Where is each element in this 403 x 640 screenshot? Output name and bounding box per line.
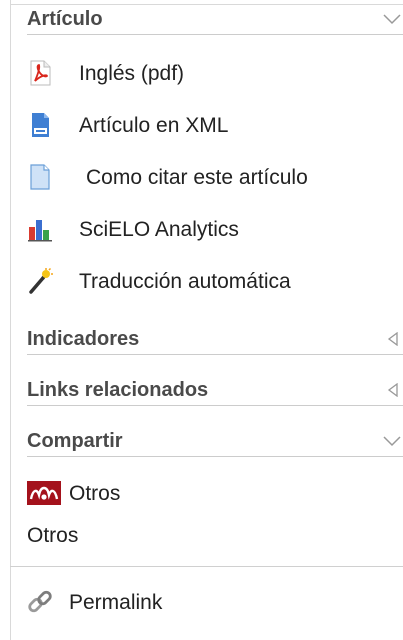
left-border [10, 0, 11, 640]
section-header-indicadores[interactable]: Indicadores [27, 324, 403, 355]
bar-chart-icon [28, 220, 52, 242]
permalink-label: Permalink [69, 591, 163, 614]
share-link-mendeley-label: Otros [69, 482, 121, 505]
chevron-left-icon[interactable] [383, 383, 401, 397]
chevron-down-icon[interactable] [383, 434, 401, 448]
section-header-articulo[interactable]: Artículo [27, 4, 403, 35]
section-title-articulo: Artículo [27, 8, 103, 30]
divider [10, 566, 403, 567]
magic-wand-icon [29, 268, 53, 294]
article-link-pdf-label: Inglés (pdf) [79, 62, 185, 85]
chevron-left-icon[interactable] [383, 332, 401, 346]
pdf-icon [30, 60, 51, 86]
document-icon [30, 164, 50, 190]
share-other-link[interactable]: Otros [27, 524, 78, 548]
section-title-compartir: Compartir [27, 430, 123, 452]
chevron-down-icon[interactable] [383, 12, 401, 26]
section-header-compartir[interactable]: Compartir [27, 426, 403, 457]
article-link-analytics-label: SciELO Analytics [79, 218, 239, 241]
xml-icon [32, 113, 49, 137]
mendeley-icon [27, 481, 61, 505]
article-link-translation-label: Traducción automática [79, 270, 291, 293]
chain-link-icon [28, 590, 52, 613]
section-title-links: Links relacionados [27, 379, 209, 401]
article-link-cite-label: Como citar este artículo [86, 166, 308, 189]
section-header-links[interactable]: Links relacionados [27, 375, 403, 406]
article-link-xml-label: Artículo en XML [79, 114, 229, 137]
section-title-indicadores: Indicadores [27, 328, 140, 350]
